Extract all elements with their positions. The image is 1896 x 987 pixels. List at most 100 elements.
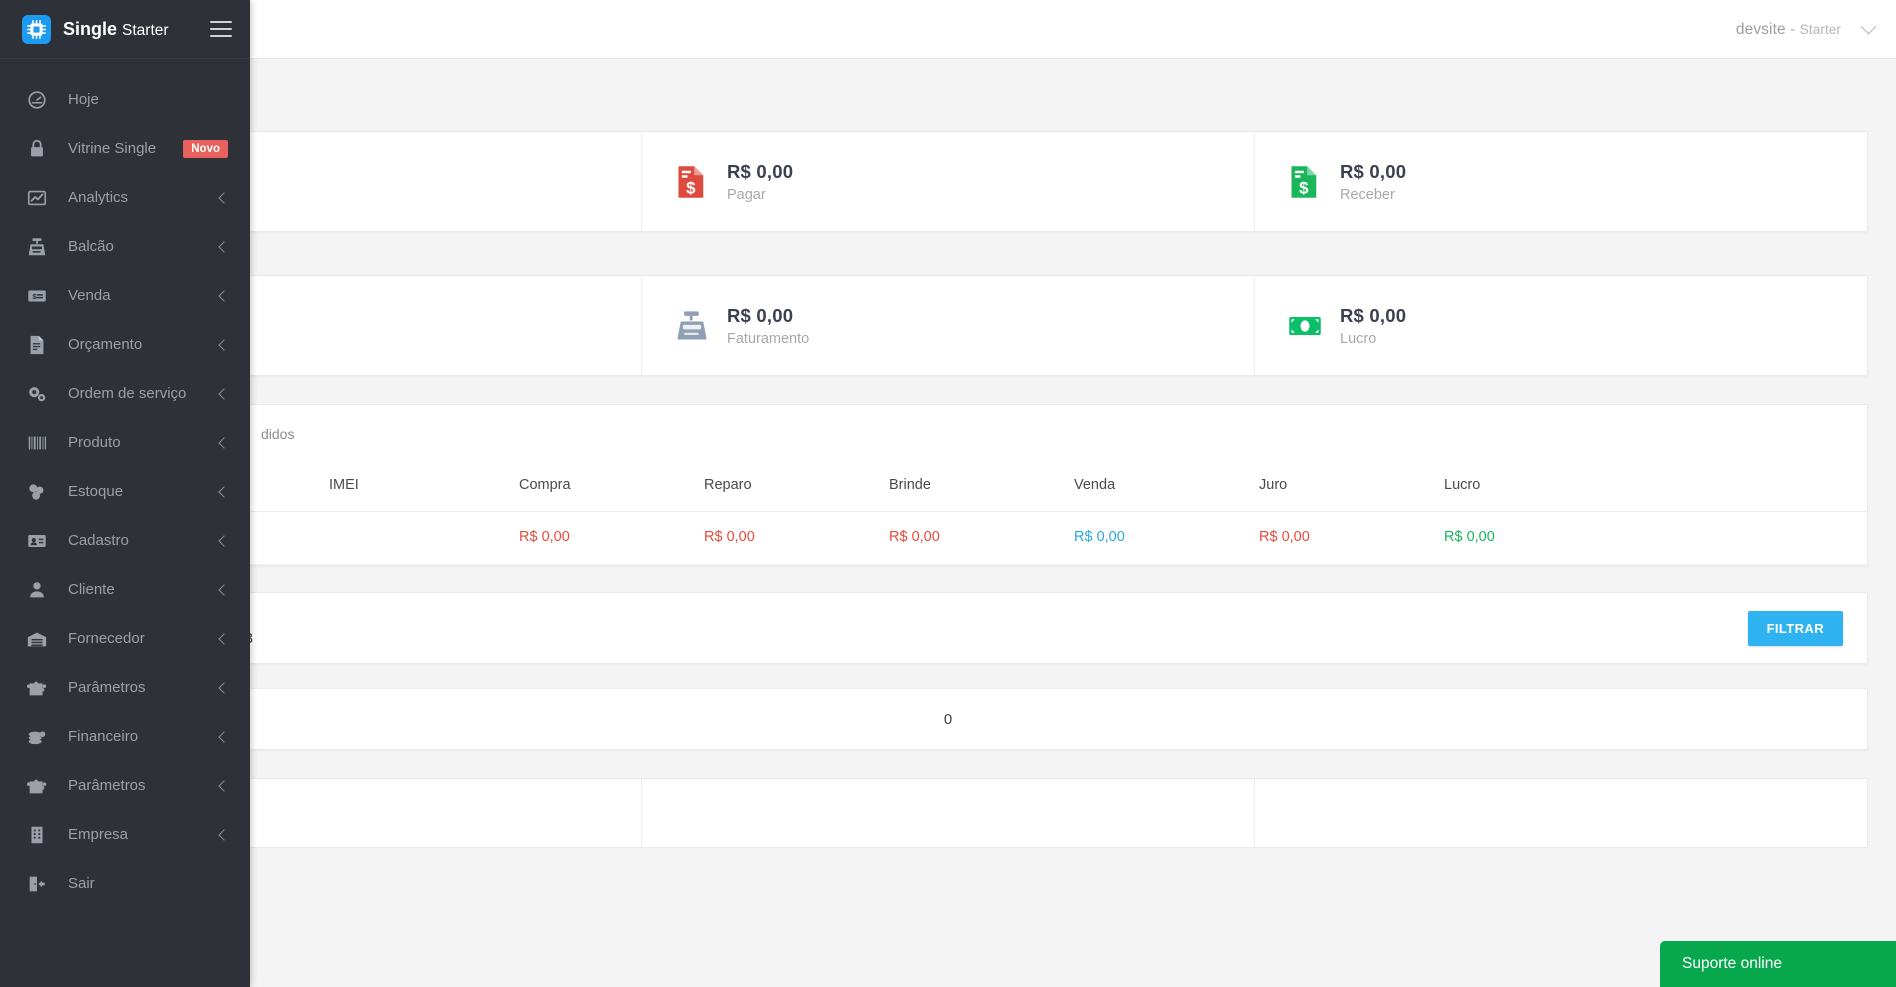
sidebar-item-hoje[interactable]: Hoje [0,75,250,124]
sidebar-item-analytics[interactable]: Analytics [0,173,250,222]
col-header-imei[interactable]: IMEI [329,463,519,512]
sidebar-item-empresa[interactable]: Empresa [0,810,250,859]
badge-novo: Novo [183,139,228,158]
chevron-left-icon[interactable] [218,583,230,596]
sidebar: Single Starter Hoje Vitrine Single Novo [0,0,250,987]
sidebar-item-label: Produto [68,434,121,451]
summary-card-value: R$ 0,00 [727,160,794,182]
sidebar-item-produto[interactable]: Produto [0,418,250,467]
sidebar-item-label: Fornecedor [68,630,145,647]
sidebar-item-balcao[interactable]: Balcão [0,222,250,271]
invoice-dollar-icon: $ [678,165,704,198]
account-switcher[interactable]: devsite - Starter [1736,0,1877,59]
table-title: didos [261,426,295,442]
bottom-panel-cell [1255,779,1867,847]
summary-card-label: Lucro [1340,330,1377,347]
app-root: devsite - Starter de 2023 [0,0,1896,987]
gears-icon [29,386,46,401]
summary-card-value: R$ 0,00 [1340,304,1407,326]
main-content: de 2023 $ [0,59,1896,987]
barcode-icon [28,436,47,449]
sidebar-item-label: Parâmetros [68,679,146,696]
chevron-left-icon[interactable] [218,681,230,694]
chevron-left-icon[interactable] [218,387,230,400]
warehouse-icon [27,632,47,646]
invoice-dollar-icon: $ [1291,165,1317,198]
cell-juro: R$ 0,00 [1259,511,1444,565]
page-subtitle: de 2023 [28,59,1868,131]
account-label: devsite - Starter [1736,21,1841,39]
sidebar-item-ordem-de-servico[interactable]: Ordem de serviço [0,369,250,418]
summary-card-label: Faturamento [727,330,810,347]
chevron-left-icon[interactable] [218,436,230,449]
sidebar-menu: Hoje Vitrine Single Novo Analytics Balcã… [0,59,250,908]
cell-brinde: R$ 0,00 [889,511,1074,565]
col-header-juro[interactable]: Juro [1259,463,1444,512]
puzzle-icon [26,681,47,695]
chevron-left-icon[interactable] [218,534,230,547]
col-header-venda[interactable]: Venda [1074,463,1259,512]
svg-text:$: $ [686,178,696,197]
bottom-panel [28,778,1868,848]
sidebar-item-cliente[interactable]: Cliente [0,565,250,614]
summary-card-pagar[interactable]: $ R$ 0,00 Pagar [642,132,1255,231]
user-icon [30,581,44,597]
summary-card-label: Pagar [727,186,766,203]
filter-panel: r marca 30/11/2023 FILTRAR [28,592,1868,664]
col-header-lucro[interactable]: Lucro [1444,463,1867,512]
sidebar-item-venda[interactable]: $ Venda [0,271,250,320]
account-separator: - [1785,20,1800,38]
sidebar-item-vitrine-single[interactable]: Vitrine Single Novo [0,124,250,173]
summary-card-faturamento[interactable]: R$ 0,00 Faturamento [642,276,1255,375]
chevron-left-icon[interactable] [218,289,230,302]
sidebar-item-parametros-2[interactable]: Parâmetros [0,761,250,810]
hamburger-icon[interactable] [210,21,232,37]
col-header-compra[interactable]: Compra [519,463,704,512]
id-card-icon [28,534,46,547]
receipt-icon: $ [28,290,46,301]
sidebar-item-label: Estoque [68,483,124,500]
bottom-panel-cell [642,779,1255,847]
sidebar-item-label: Venda [68,287,111,304]
cell-venda: R$ 0,00 [1074,511,1259,565]
sidebar-item-estoque[interactable]: Estoque [0,467,250,516]
sidebar-item-label: Vitrine Single [68,140,157,157]
table-body: R$ 0,00 R$ 0,00 R$ 0,00 R$ 0,00 R$ 0,00 … [29,511,1867,565]
chevron-down-icon[interactable] [1860,18,1877,35]
summary-card-lucro[interactable]: R$ 0,00 Lucro [1255,276,1867,375]
sidebar-item-fornecedor[interactable]: Fornecedor [0,614,250,663]
sidebar-item-sair[interactable]: Sair [0,859,250,908]
cell-reparo: R$ 0,00 [704,511,889,565]
chevron-left-icon[interactable] [218,730,230,743]
filter-button[interactable]: FILTRAR [1747,610,1843,646]
sidebar-item-orcamento[interactable]: Orçamento [0,320,250,369]
chevron-left-icon[interactable] [218,240,230,253]
sidebar-item-cadastro[interactable]: Cadastro [0,516,250,565]
lock-icon [31,139,43,156]
count-panel: 0 [28,688,1868,750]
table-row[interactable]: R$ 0,00 R$ 0,00 R$ 0,00 R$ 0,00 R$ 0,00 … [29,511,1867,565]
table-header-row: Modelo IMEI Compra Reparo Brinde Venda J… [29,463,1867,512]
sidebar-item-label: Parâmetros [68,777,146,794]
support-widget[interactable]: Suporte online [1660,941,1896,987]
coins-icon [28,731,46,744]
col-header-reparo[interactable]: Reparo [704,463,889,512]
chevron-left-icon[interactable] [218,485,230,498]
sidebar-item-label: Cliente [68,581,115,598]
chevron-left-icon[interactable] [218,191,230,204]
chevron-left-icon[interactable] [218,632,230,645]
chevron-left-icon[interactable] [218,779,230,792]
sidebar-item-parametros-1[interactable]: Parâmetros [0,663,250,712]
summary-card-receber[interactable]: $ R$ 0,00 Receber [1255,132,1867,231]
sidebar-item-financeiro[interactable]: Financeiro [0,712,250,761]
sidebar-item-label: Financeiro [68,728,139,745]
money-bill-icon [1289,316,1321,335]
puzzle-icon [26,779,47,793]
col-header-brinde[interactable]: Brinde [889,463,1074,512]
chevron-left-icon[interactable] [218,338,230,351]
chevron-left-icon[interactable] [218,828,230,841]
boxes-icon [29,483,44,500]
cell-imei [329,511,519,565]
account-name-text: devsite [1735,20,1786,38]
brand-name: Single [63,18,118,39]
